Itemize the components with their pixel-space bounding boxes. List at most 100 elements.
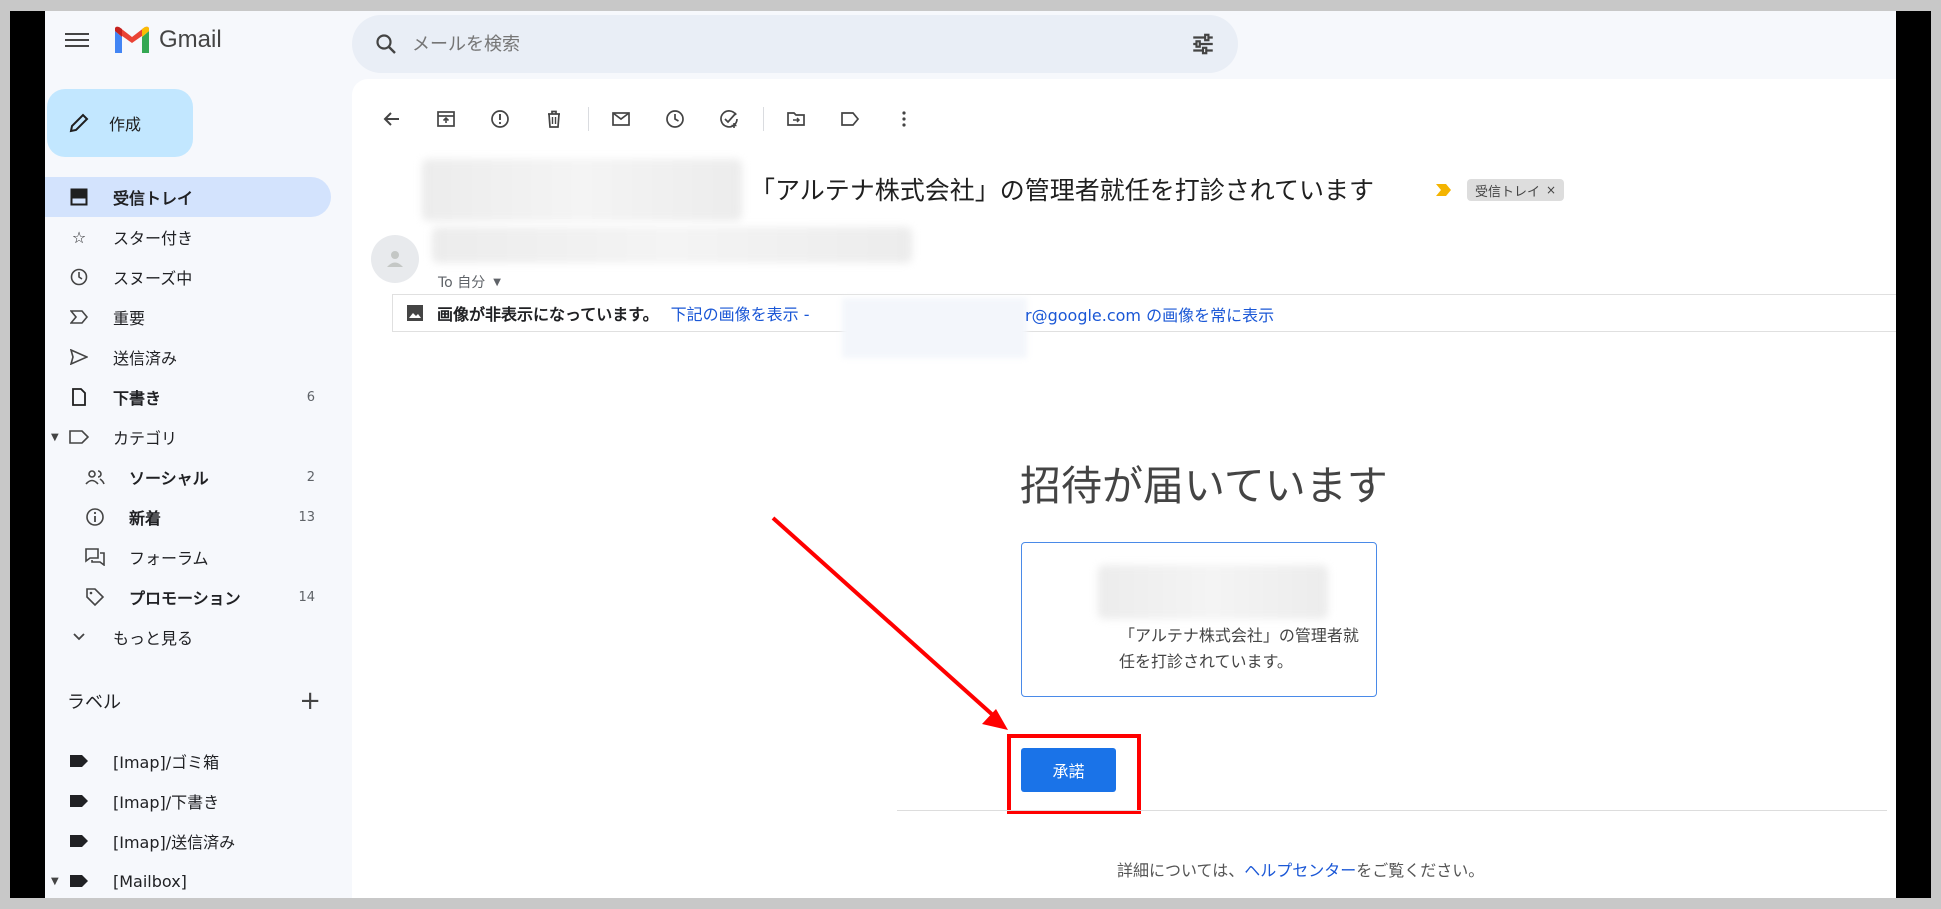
- sidebar-item-social[interactable]: ソーシャル 2: [45, 457, 331, 497]
- labels-button[interactable]: [830, 99, 870, 139]
- compose-label: 作成: [109, 115, 142, 134]
- add-task-button[interactable]: [709, 99, 749, 139]
- toolbar-divider: [763, 107, 764, 131]
- caret-down-icon[interactable]: ▼: [51, 876, 59, 887]
- labels-heading: ラベル +: [67, 686, 327, 716]
- add-label-button[interactable]: +: [299, 686, 321, 716]
- sidebar-item-categories[interactable]: ▼ カテゴリ: [45, 417, 331, 457]
- more-options-button[interactable]: [884, 99, 924, 139]
- footer-suffix: をご覧ください。: [1356, 861, 1485, 880]
- sidebar-item-starred[interactable]: ☆ スター付き: [45, 217, 331, 257]
- folder-move-icon: [787, 112, 805, 126]
- redacted-area: [842, 298, 1027, 358]
- search-bar: [352, 15, 1238, 73]
- pencil-icon: [69, 113, 89, 133]
- sidebar-item-inbox[interactable]: 受信トレイ: [45, 177, 331, 217]
- star-icon: ☆: [71, 227, 87, 247]
- mark-unread-button[interactable]: [601, 99, 641, 139]
- footer-prefix: 詳細については、: [1117, 861, 1245, 880]
- sidebar-item-label: 受信トレイ: [113, 189, 194, 208]
- toolbar-divider: [588, 107, 589, 131]
- label-filled-icon: [69, 831, 89, 851]
- invite-heading: 招待が届いています: [1020, 462, 1388, 510]
- unread-count: 13: [298, 509, 315, 525]
- sidebar-item-label: 新着: [129, 509, 162, 528]
- search-input[interactable]: [412, 33, 1190, 55]
- people-icon: [85, 467, 105, 487]
- label-item-imap-sent[interactable]: [Imap]/送信済み: [45, 821, 331, 861]
- sidebar-item-label: スター付き: [113, 229, 194, 248]
- chip-label: 受信トレイ: [1475, 184, 1541, 200]
- label-icon: [841, 112, 860, 126]
- right-black-bar: [1896, 11, 1931, 898]
- label-item-label: [Imap]/下書き: [113, 793, 220, 812]
- draft-icon: [69, 387, 89, 407]
- sidebar-item-more[interactable]: もっと見る: [45, 617, 331, 657]
- close-icon[interactable]: ×: [1546, 183, 1556, 197]
- message-toolbar: [372, 99, 938, 139]
- label-item-mailbox[interactable]: ▼ [Mailbox]: [45, 861, 331, 898]
- back-button[interactable]: [372, 99, 412, 139]
- sidebar-item-sent[interactable]: 送信済み: [45, 337, 331, 377]
- tag-icon: [85, 587, 105, 607]
- search-icon[interactable]: [374, 32, 398, 56]
- label-filled-icon: [69, 751, 89, 771]
- sidebar-nav: 受信トレイ ☆ スター付き スヌーズ中 重要 送信済み 下書き 6 ▼ カテゴリ: [45, 177, 331, 657]
- label-filled-icon: [69, 871, 89, 891]
- recipient-dropdown[interactable]: To 自分 ▼: [438, 272, 501, 292]
- report-icon: [491, 110, 509, 128]
- sidebar-item-label: 重要: [113, 309, 146, 328]
- important-marker-icon[interactable]: [1435, 182, 1453, 198]
- sidebar-item-label: 下書き: [113, 389, 162, 408]
- sidebar-item-label: ソーシャル: [129, 469, 209, 488]
- search-options-icon[interactable]: [1190, 31, 1216, 57]
- menu-icon[interactable]: [65, 29, 89, 53]
- sidebar-item-label: もっと見る: [113, 629, 194, 648]
- sidebar-item-drafts[interactable]: 下書き 6: [45, 377, 331, 417]
- label-filled-icon: [69, 791, 89, 811]
- invite-message: 「アルテナ株式会社」の管理者就任を打診されています。: [1119, 626, 1359, 671]
- avatar: [371, 235, 419, 283]
- compose-button[interactable]: 作成: [47, 89, 193, 157]
- sidebar-item-important[interactable]: 重要: [45, 297, 331, 337]
- clock-icon: [666, 110, 684, 128]
- inbox-label-chip[interactable]: 受信トレイ ×: [1467, 179, 1565, 201]
- invite-card: 「アルテナ株式会社」の管理者就任を打診されています。: [1021, 542, 1377, 697]
- label-item-imap-trash[interactable]: [Imap]/ゴミ箱: [45, 741, 331, 781]
- help-center-link[interactable]: ヘルプセンター: [1244, 861, 1356, 880]
- redacted-area: [432, 227, 912, 263]
- sidebar-item-promotions[interactable]: プロモーション 14: [45, 577, 331, 617]
- always-show-images-link[interactable]: r@google.com の画像を常に表示: [1025, 302, 1274, 326]
- info-icon: [85, 507, 105, 527]
- caret-down-icon[interactable]: ▼: [51, 432, 59, 443]
- report-spam-button[interactable]: [480, 99, 520, 139]
- gmail-m-icon: [115, 26, 149, 53]
- mail-icon: [612, 112, 630, 126]
- person-icon: [387, 251, 403, 267]
- sidebar-item-snoozed[interactable]: スヌーズ中: [45, 257, 331, 297]
- arrow-left-icon: [383, 112, 399, 126]
- unread-count: 2: [306, 469, 315, 485]
- inbox-icon: [69, 187, 89, 207]
- image-icon: [407, 305, 423, 321]
- gmail-logo[interactable]: Gmail: [113, 25, 222, 55]
- more-vert-icon: [902, 111, 906, 127]
- content-divider: [897, 810, 1887, 811]
- delete-button[interactable]: [534, 99, 574, 139]
- unread-count: 6: [306, 389, 315, 405]
- trash-icon: [548, 110, 560, 128]
- label-item-imap-drafts[interactable]: [Imap]/下書き: [45, 781, 331, 821]
- show-images-link[interactable]: 下記の画像を表示 -: [671, 301, 810, 325]
- archive-button[interactable]: [426, 99, 466, 139]
- labels-list: [Imap]/ゴミ箱 [Imap]/下書き [Imap]/送信済み ▼ [Mai…: [45, 741, 331, 898]
- sidebar-item-label: 送信済み: [113, 349, 178, 368]
- caret-down-icon: ▼: [493, 276, 501, 288]
- sidebar-item-forums[interactable]: フォーラム: [45, 537, 331, 577]
- message-panel: 「アルテナ株式会社」の管理者就任を打診されています 受信トレイ × To 自分 …: [352, 79, 1896, 898]
- snooze-button[interactable]: [655, 99, 695, 139]
- sidebar-item-updates[interactable]: 新着 13: [45, 497, 331, 537]
- app-name: Gmail: [159, 26, 222, 53]
- send-icon: [69, 347, 89, 367]
- label-item-label: [Imap]/ゴミ箱: [113, 753, 220, 772]
- move-to-button[interactable]: [776, 99, 816, 139]
